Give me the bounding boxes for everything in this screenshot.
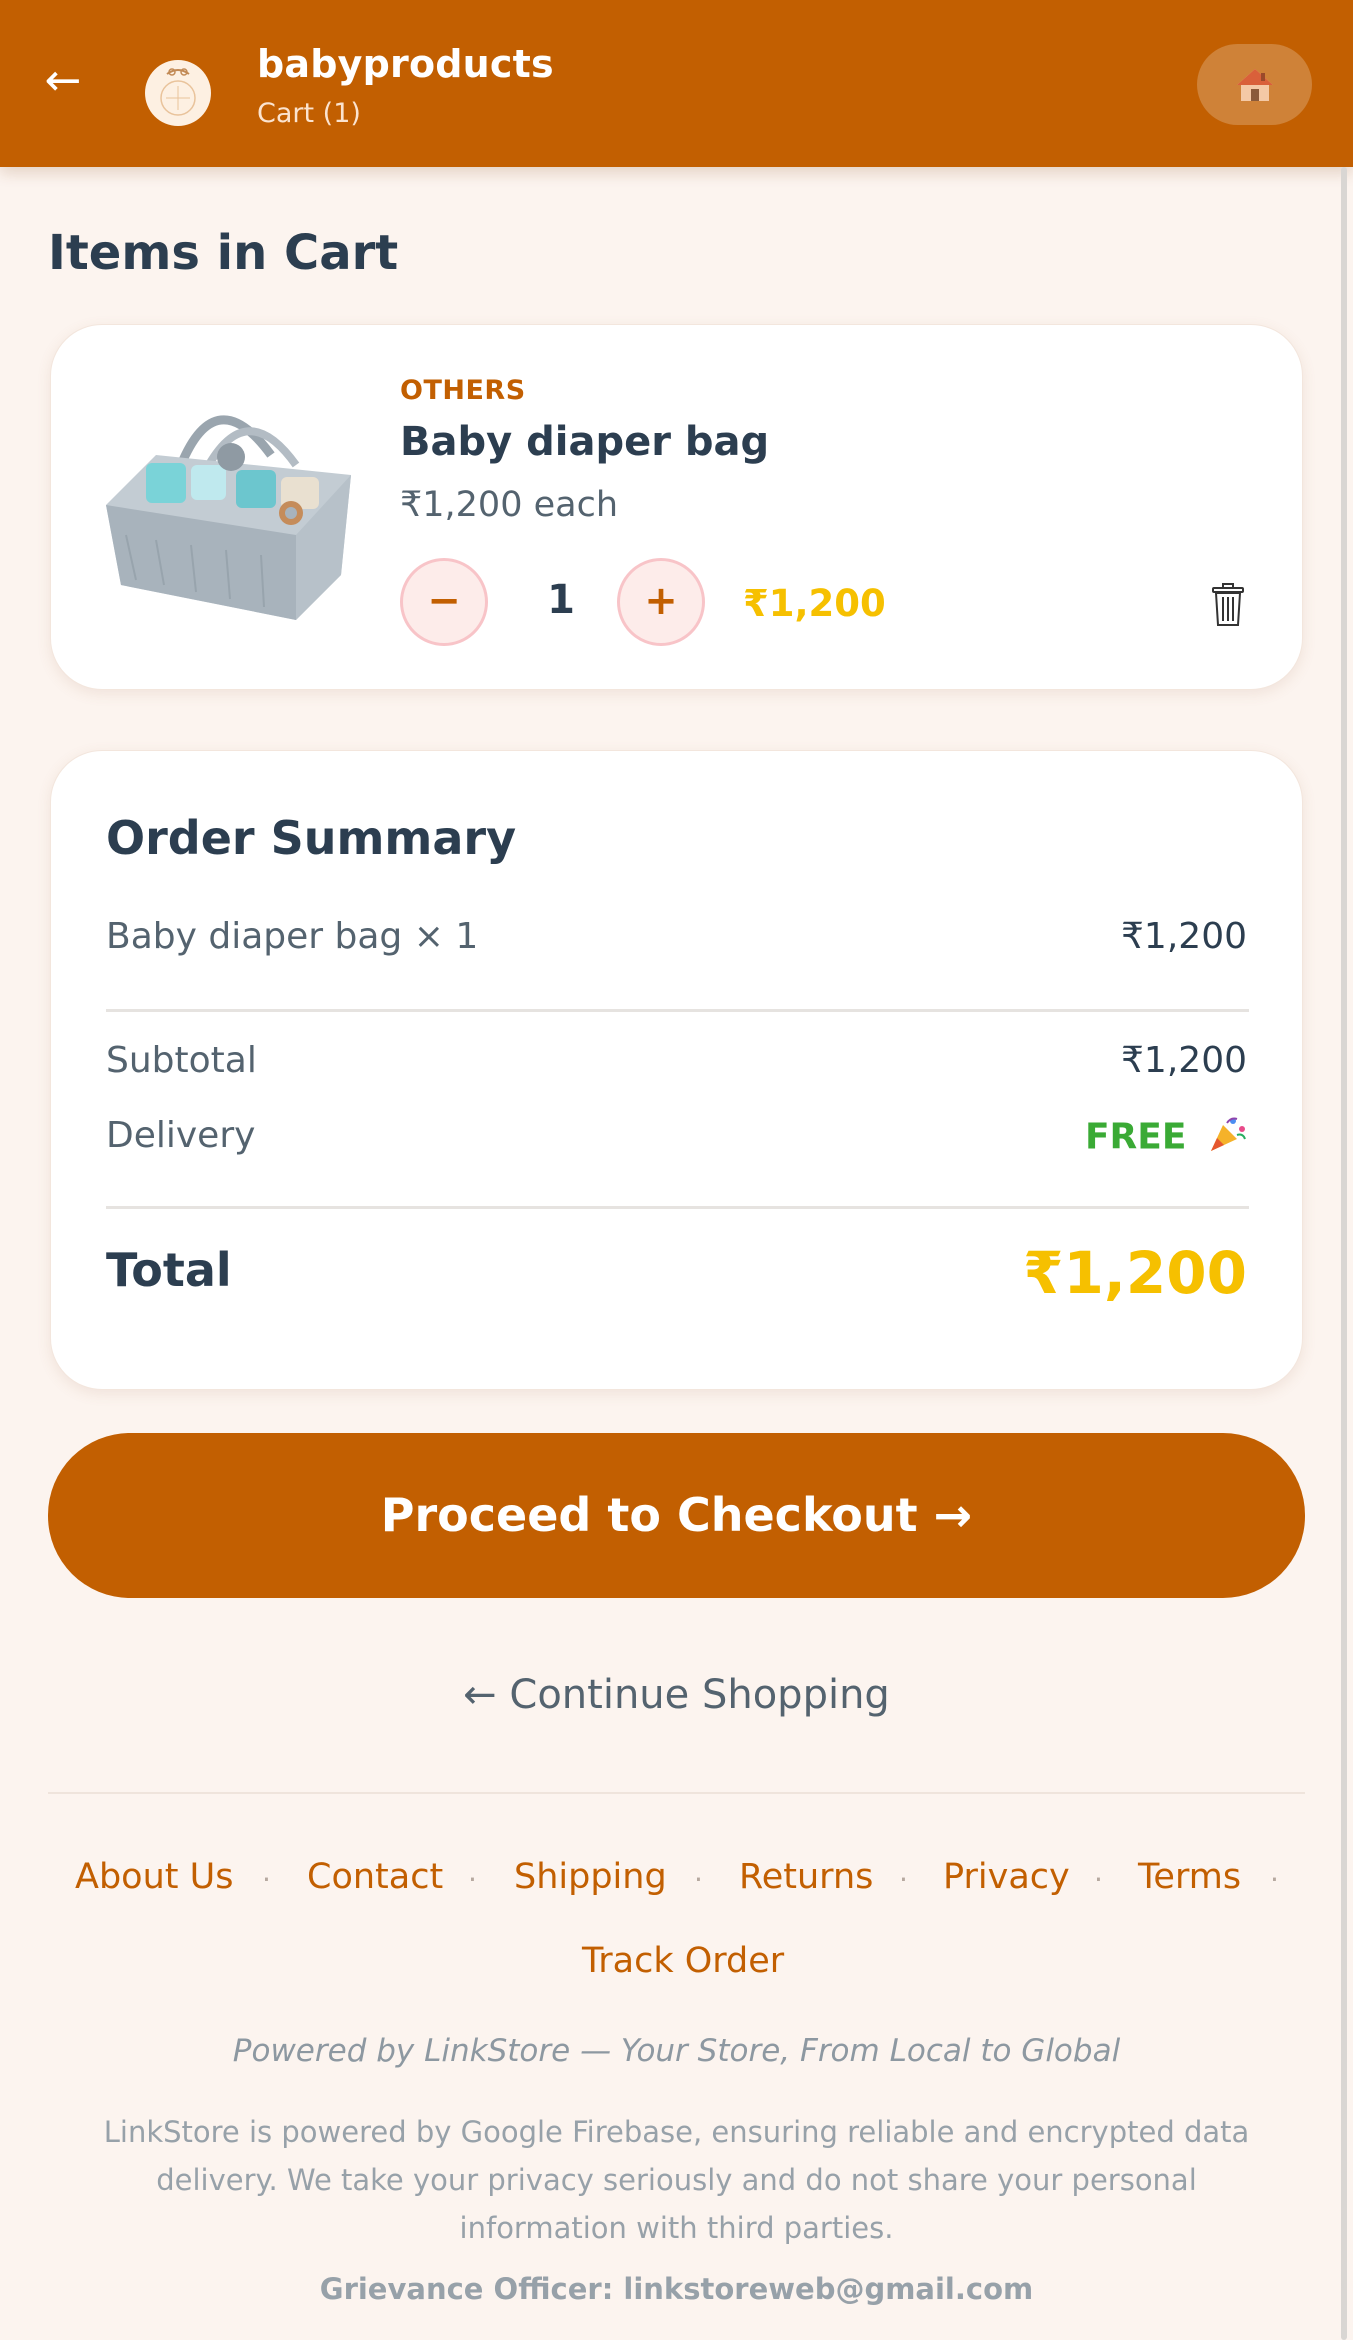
store-name: babyproducts	[257, 42, 554, 86]
scrollbar[interactable]	[1341, 167, 1347, 2340]
item-line-total: ₹1,200	[743, 582, 886, 625]
quantity-value: 1	[547, 577, 575, 623]
footer-link-privacy[interactable]: Privacy	[943, 1857, 1070, 1897]
footer-link-track-order[interactable]: Track Order	[582, 1941, 784, 1981]
order-summary-heading: Order Summary	[106, 811, 517, 865]
product-category: OTHERS	[400, 375, 526, 406]
continue-shopping-link[interactable]: ← Continue Shopping	[0, 1672, 1353, 1718]
party-popper-icon	[1209, 1115, 1247, 1162]
subtotal-label: Subtotal	[106, 1040, 257, 1081]
delivery-label: Delivery	[106, 1115, 256, 1156]
footer-separator: ·	[468, 1863, 477, 1896]
total-label: Total	[106, 1243, 232, 1297]
items-in-cart-heading: Items in Cart	[48, 225, 399, 281]
house-icon	[1237, 69, 1273, 101]
footer-links: About Us · Contact · Shipping · Returns …	[0, 1857, 1353, 1997]
footer-separator: ·	[1270, 1863, 1279, 1896]
product-name: Baby diaper bag	[400, 419, 770, 465]
delivery-value: FREE	[1085, 1115, 1247, 1162]
trash-icon[interactable]	[1211, 583, 1245, 627]
decrease-quantity-button[interactable]: −	[400, 558, 488, 646]
summary-divider	[106, 1009, 1249, 1012]
back-arrow-icon[interactable]: ←	[38, 56, 88, 106]
grievance-officer: Grievance Officer: linkstoreweb@gmail.co…	[319, 2272, 1034, 2306]
product-unit-price: ₹1,200 each	[400, 485, 618, 525]
product-image	[96, 385, 366, 635]
order-summary-card: Order Summary Baby diaper bag × 1 ₹1,200…	[50, 750, 1303, 1390]
privacy-note: LinkStore is powered by Google Firebase,…	[103, 2115, 1250, 2245]
delivery-free-text: FREE	[1084, 1116, 1187, 1158]
summary-divider	[106, 1206, 1249, 1209]
cart-count-label: Cart (1)	[257, 98, 361, 129]
powered-by-text: Powered by LinkStore — Your Store, From …	[232, 2033, 1121, 2069]
footer-link-terms[interactable]: Terms	[1138, 1857, 1241, 1897]
footer-link-returns[interactable]: Returns	[739, 1857, 873, 1897]
subtotal-value: ₹1,200	[1121, 1040, 1247, 1081]
home-button[interactable]	[1197, 44, 1312, 125]
footer-link-about-us[interactable]: About Us	[75, 1857, 233, 1897]
summary-line-item-label: Baby diaper bag × 1	[106, 916, 479, 957]
summary-line-item-value: ₹1,200	[1121, 916, 1247, 957]
footer-link-shipping[interactable]: Shipping	[514, 1857, 667, 1897]
footer-link-contact[interactable]: Contact	[307, 1857, 443, 1897]
proceed-to-checkout-button[interactable]: Proceed to Checkout →	[48, 1433, 1305, 1598]
footer-separator: ·	[1094, 1863, 1103, 1896]
increase-quantity-button[interactable]: +	[617, 558, 705, 646]
footer-divider	[48, 1792, 1305, 1794]
total-value: ₹1,200	[1023, 1239, 1247, 1307]
cart-item-card: OTHERS Baby diaper bag ₹1,200 each − 1 +…	[50, 324, 1303, 690]
footer-separator: ·	[899, 1863, 908, 1896]
app-header: ← babyproducts Cart (1)	[0, 0, 1353, 167]
footer-separator: ·	[694, 1863, 703, 1896]
store-logo	[145, 60, 211, 126]
footer-separator: ·	[262, 1863, 271, 1896]
